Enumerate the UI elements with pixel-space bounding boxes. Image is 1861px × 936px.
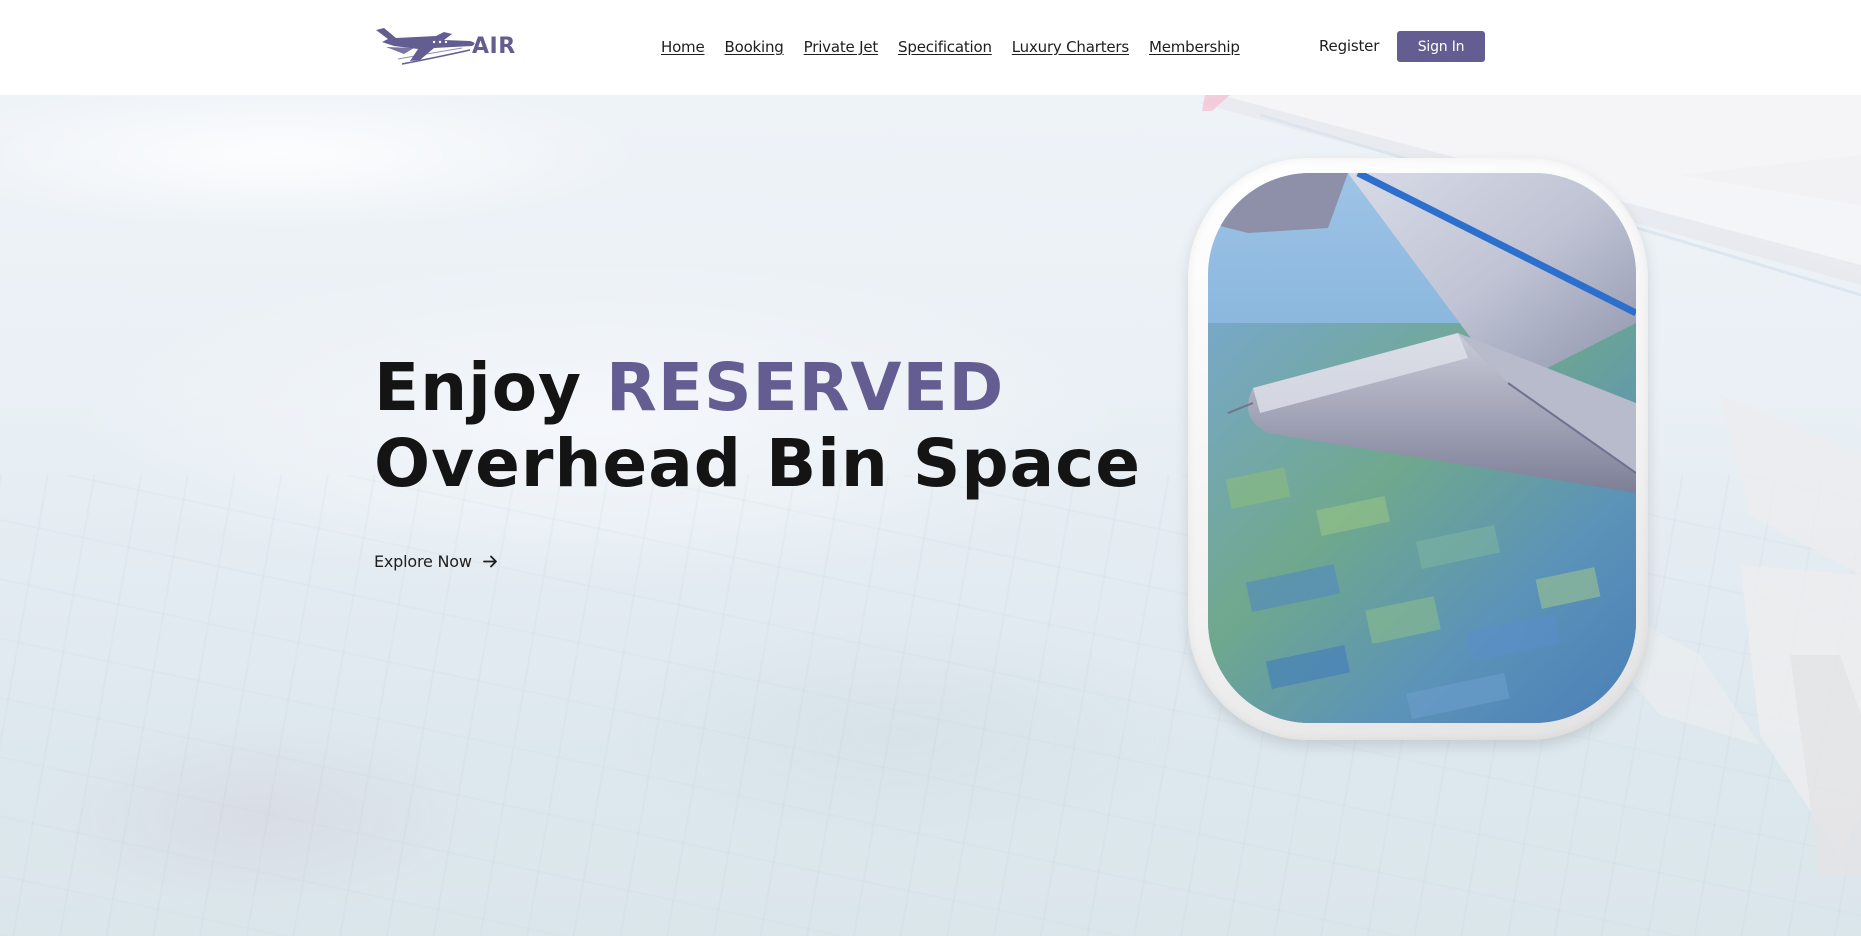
sign-in-button[interactable]: Sign In (1397, 31, 1485, 62)
explore-now-link[interactable]: Explore Now (374, 552, 498, 571)
logo-text: AIR (472, 34, 516, 59)
airplane-window-frame (1188, 158, 1648, 740)
hero-headline: Enjoy RESERVED Overhead Bin Space (374, 350, 1141, 502)
headline-line-2: Overhead Bin Space (374, 425, 1142, 502)
airplane-window-view (1208, 173, 1636, 723)
nav-booking[interactable]: Booking (725, 38, 784, 56)
hero-section: Enjoy RESERVED Overhead Bin Space Explor… (0, 95, 1861, 936)
nav-home[interactable]: Home (661, 38, 705, 56)
nav-specification[interactable]: Specification (898, 38, 992, 56)
site-header: AIR Home Booking Private Jet Specificati… (0, 0, 1861, 95)
nav-private-jet[interactable]: Private Jet (804, 38, 879, 56)
headline-prefix: Enjoy (374, 349, 607, 426)
register-link[interactable]: Register (1319, 37, 1379, 55)
main-nav: Home Booking Private Jet Specification L… (661, 38, 1240, 56)
wing-view-image (1208, 173, 1636, 723)
nav-membership[interactable]: Membership (1149, 38, 1240, 56)
headline-accent: RESERVED (606, 349, 1005, 426)
arrow-right-icon (482, 555, 497, 568)
explore-now-label: Explore Now (374, 552, 472, 571)
nav-luxury-charters[interactable]: Luxury Charters (1012, 38, 1129, 56)
